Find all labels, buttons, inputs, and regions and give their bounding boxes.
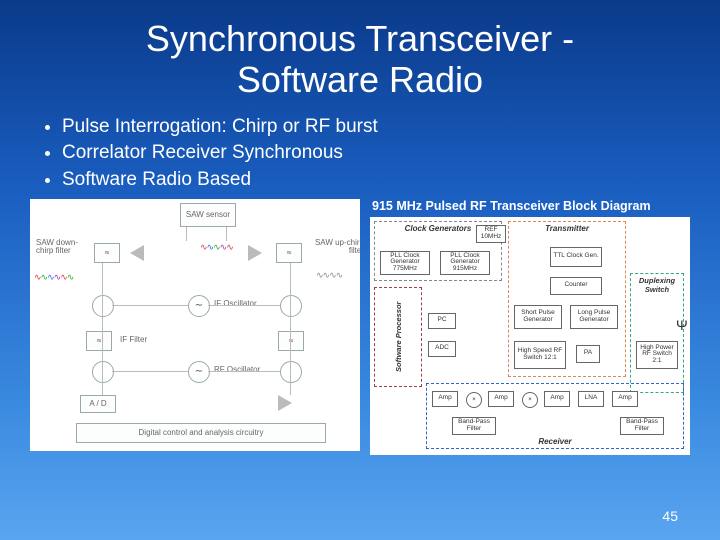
block-bandpass-2: Band-Pass Filter bbox=[620, 417, 664, 435]
bullet-list: Pulse Interrogation: Chirp or RF burst C… bbox=[30, 115, 690, 193]
mixer-icon bbox=[92, 295, 114, 317]
block-hp-rf-switch: High Power RF Switch 2:1 bbox=[636, 341, 678, 369]
block-bandpass-1: Band-Pass Filter bbox=[452, 417, 496, 435]
section-title: Receiver bbox=[427, 437, 683, 446]
block-adc: ADC bbox=[428, 341, 456, 357]
diagram-row: SAW sensor SAW down-chirp filter ≈ SAW u… bbox=[30, 199, 690, 455]
slide-title: Synchronous Transceiver - Software Radio bbox=[30, 18, 690, 101]
mixer-icon bbox=[280, 295, 302, 317]
mixer-icon: × bbox=[522, 392, 538, 408]
amp-icon bbox=[248, 245, 262, 261]
right-diagram: Clock Generators REF 10MHz PLL Clock Gen… bbox=[370, 217, 690, 455]
amp-icon bbox=[130, 245, 144, 261]
section-title: Transmitter bbox=[511, 224, 623, 233]
block-if-filter-2: ≈ bbox=[278, 331, 304, 351]
label-saw-upchirp: SAW up-chirp filter bbox=[306, 239, 360, 256]
block-lna: LNA bbox=[578, 391, 604, 407]
label: A / D bbox=[89, 399, 106, 408]
left-diagram: SAW sensor SAW down-chirp filter ≈ SAW u… bbox=[30, 199, 360, 451]
block-long-pulse: Long Pulse Generator bbox=[570, 305, 618, 329]
block-digital-control: Digital control and analysis circuitry bbox=[76, 423, 326, 443]
mixer-icon: × bbox=[466, 392, 482, 408]
mixer-icon bbox=[92, 361, 114, 383]
block-pc: PC bbox=[428, 313, 456, 329]
block-amp-1: Amp bbox=[432, 391, 458, 407]
page-number: 45 bbox=[662, 508, 678, 524]
block-pll-775: PLL Clock Generator 775MHz bbox=[380, 251, 430, 275]
bullet-item: Software Radio Based bbox=[62, 168, 690, 193]
block-saw-sensor: SAW sensor bbox=[180, 203, 236, 227]
block-pa: PA bbox=[576, 345, 600, 363]
mixer-icon bbox=[280, 361, 302, 383]
oscillator-icon: ∼ bbox=[188, 361, 210, 383]
amp-icon bbox=[278, 395, 292, 411]
waveform-icon: ∿∿∿∿∿ bbox=[200, 243, 233, 253]
label: SAW sensor bbox=[186, 210, 230, 219]
title-line-2: Software Radio bbox=[237, 59, 483, 100]
oscillator-icon: ∼ bbox=[188, 295, 210, 317]
waveform-icon: ∿∿∿∿ bbox=[316, 271, 342, 281]
block-hs-rf-switch: High Speed RF Switch 12:1 bbox=[514, 341, 566, 369]
block-ttl-clock: TTL Clock Gen. bbox=[550, 247, 602, 267]
block-if-filter: ≈ bbox=[86, 331, 112, 351]
section-title: Software Processor bbox=[394, 292, 403, 382]
block-saw-upchirp: ≈ bbox=[276, 243, 302, 263]
title-line-1: Synchronous Transceiver - bbox=[146, 18, 574, 59]
label: Digital control and analysis circuitry bbox=[139, 428, 264, 437]
label-if-oscillator: IF Oscillator bbox=[214, 299, 257, 308]
bullet-item: Pulse Interrogation: Chirp or RF burst bbox=[62, 115, 690, 140]
block-pll-915: PLL Clock Generator 915MHz bbox=[440, 251, 490, 275]
waveform-icon: ∿∿∿∿∿∿ bbox=[34, 273, 73, 283]
block-short-pulse: Short Pulse Generator bbox=[514, 305, 562, 329]
antenna-icon: Ψ bbox=[676, 317, 688, 333]
block-amp-4: Amp bbox=[612, 391, 638, 407]
label-saw-downchirp: SAW down-chirp filter bbox=[36, 239, 94, 256]
block-ad: A / D bbox=[80, 395, 116, 413]
block-ref-10mhz: REF 10MHz bbox=[476, 225, 506, 243]
bullet-item: Correlator Receiver Synchronous bbox=[62, 141, 690, 166]
right-diagram-wrap: 915 MHz Pulsed RF Transceiver Block Diag… bbox=[370, 199, 690, 455]
section-software-processor: Software Processor bbox=[374, 287, 422, 387]
block-saw-downchirp: ≈ bbox=[94, 243, 120, 263]
block-amp-3: Amp bbox=[544, 391, 570, 407]
slide: Synchronous Transceiver - Software Radio… bbox=[0, 0, 720, 540]
section-duplexing-switch: Duplexing Switch bbox=[630, 273, 684, 393]
right-caption: 915 MHz Pulsed RF Transceiver Block Diag… bbox=[372, 199, 690, 213]
label-rf-oscillator: RF Oscillator bbox=[214, 365, 260, 374]
block-counter: Counter bbox=[550, 277, 602, 295]
section-title: Duplexing Switch bbox=[633, 276, 681, 294]
label-if-filter: IF Filter bbox=[120, 335, 147, 344]
block-amp-2: Amp bbox=[488, 391, 514, 407]
